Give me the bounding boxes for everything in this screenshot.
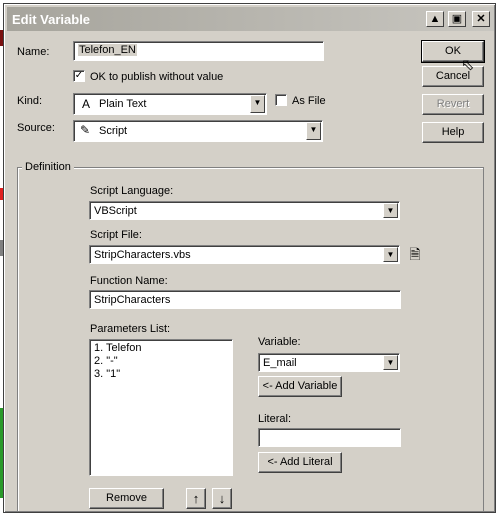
script-file-select[interactable]: StripCharacters.vbs ▼	[89, 245, 400, 264]
script-icon: ✎	[80, 123, 91, 137]
script-language-value: VBScript	[94, 205, 137, 217]
document-icon[interactable]: 🗎	[406, 245, 424, 264]
revert-button[interactable]: Revert	[422, 94, 484, 115]
source-label: Source:	[17, 122, 55, 134]
window-title: Edit Variable	[12, 12, 91, 27]
definition-title: Definition	[22, 161, 74, 173]
list-item[interactable]: 3. "1"	[94, 368, 120, 380]
plain-text-icon: A	[82, 97, 91, 111]
publish-checkbox[interactable]: ✓	[73, 70, 85, 82]
literal-field[interactable]	[258, 428, 401, 447]
variable-label: Variable:	[258, 336, 301, 348]
remove-button[interactable]: Remove	[89, 488, 164, 509]
kind-label: Kind:	[17, 95, 43, 107]
publish-label: OK to publish without value	[90, 71, 224, 83]
variable-value: E_mail	[263, 357, 297, 369]
function-name-field[interactable]: StripCharacters	[89, 290, 401, 309]
script-language-select[interactable]: VBScript ▼	[89, 201, 400, 220]
parameters-label: Parameters List:	[90, 323, 171, 335]
move-down-icon[interactable]: ↓	[212, 488, 232, 509]
list-item[interactable]: 1. Telefon	[94, 342, 142, 354]
function-name-value: StripCharacters	[94, 294, 171, 306]
name-label: Name:	[17, 46, 50, 58]
chevron-down-icon[interactable]: ▼	[383, 203, 398, 218]
move-up-icon[interactable]: ↑	[186, 488, 206, 509]
ok-button[interactable]: OK	[421, 40, 485, 63]
list-item[interactable]: 2. "-"	[94, 355, 118, 367]
as-file-checkbox[interactable]	[275, 94, 287, 106]
add-literal-button[interactable]: <- Add Literal	[258, 452, 342, 473]
name-value: Telefon_EN	[78, 44, 137, 56]
chevron-down-icon[interactable]: ▼	[306, 122, 321, 140]
literal-label: Literal:	[258, 413, 292, 425]
script-file-label: Script File:	[90, 229, 142, 241]
parameters-list[interactable]: 1. Telefon 2. "-" 3. "1"	[89, 339, 233, 476]
help-button[interactable]: Help	[422, 122, 484, 143]
as-file-label: As File	[292, 95, 326, 107]
chevron-down-icon[interactable]: ▼	[250, 95, 265, 113]
mouse-cursor-icon: ⬁	[461, 57, 475, 74]
script-file-value: StripCharacters.vbs	[94, 249, 191, 261]
cancel-button[interactable]: Cancel	[422, 66, 484, 87]
source-value: Script	[99, 125, 128, 137]
restore-icon[interactable]: ▣	[448, 11, 466, 27]
kind-select[interactable]: A Plain Text ▼	[73, 93, 267, 115]
chevron-down-icon[interactable]: ▼	[383, 247, 398, 262]
minimize-up-icon[interactable]: ▲	[426, 11, 444, 27]
source-select[interactable]: ✎ Script ▼	[73, 120, 323, 142]
name-field[interactable]: Telefon_EN	[73, 41, 324, 61]
kind-value: Plain Text	[99, 98, 147, 110]
function-name-label: Function Name:	[90, 275, 168, 287]
title-bar: Edit Variable ▲ ▣ ✕	[7, 7, 494, 31]
add-variable-button[interactable]: <- Add Variable	[258, 376, 342, 397]
chevron-down-icon[interactable]: ▼	[383, 355, 398, 370]
variable-select[interactable]: E_mail ▼	[258, 353, 400, 372]
close-icon[interactable]: ✕	[472, 11, 490, 27]
script-language-label: Script Language:	[90, 185, 174, 197]
